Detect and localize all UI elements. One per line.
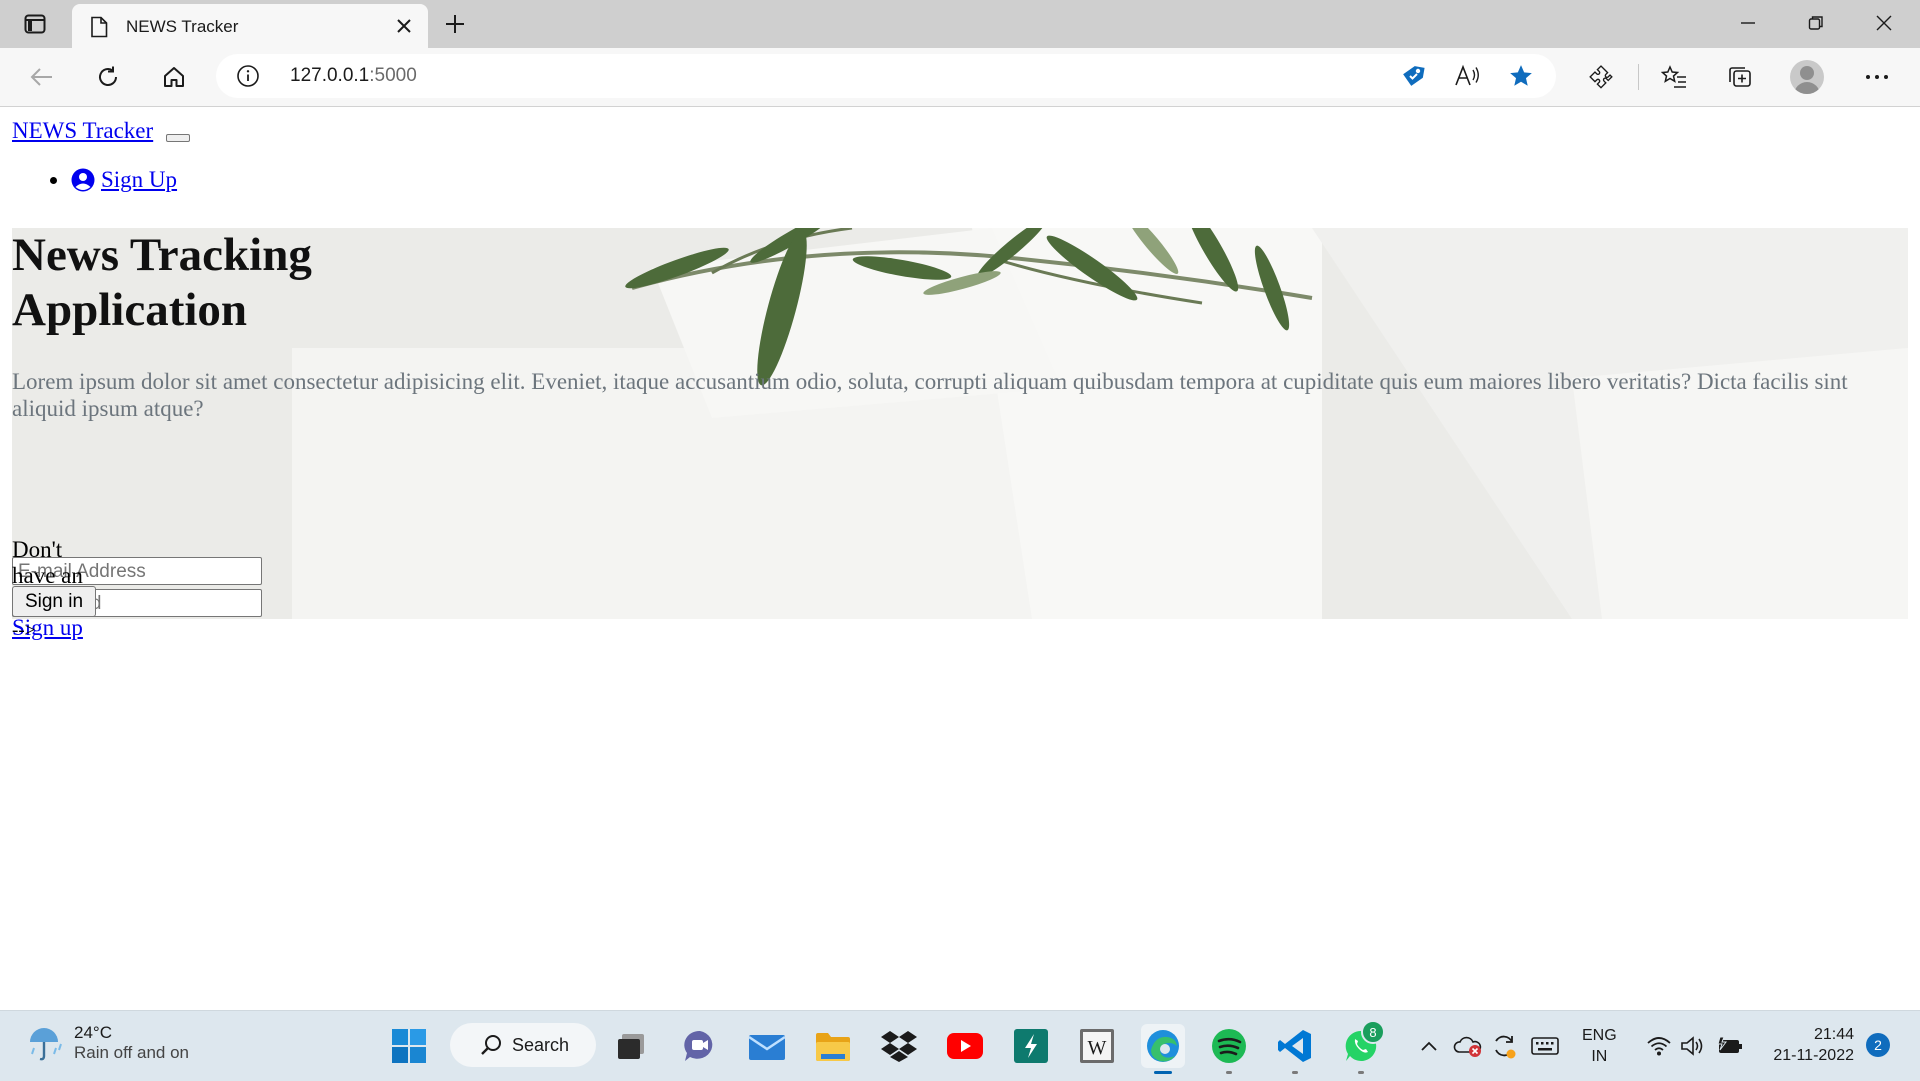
- home-icon[interactable]: [156, 60, 192, 94]
- restore-icon[interactable]: [1796, 8, 1836, 38]
- mail-icon[interactable]: [745, 1024, 789, 1068]
- weather-condition: Rain off and on: [74, 1043, 189, 1062]
- youtube-icon[interactable]: [943, 1024, 987, 1068]
- running-app-indicator: [1292, 1071, 1298, 1074]
- collections-icon[interactable]: [1722, 60, 1758, 94]
- keyboard-icon[interactable]: [1528, 1031, 1562, 1061]
- address-bar[interactable]: 127.0.0.1:5000: [216, 54, 1556, 98]
- clock-date: 21-11-2022: [1773, 1047, 1854, 1064]
- active-app-indicator: [1154, 1071, 1172, 1074]
- refresh-icon[interactable]: [90, 60, 126, 94]
- edge-browser-icon[interactable]: [1141, 1024, 1185, 1074]
- profile-avatar[interactable]: [1790, 60, 1824, 94]
- shopping-tag-icon[interactable]: [1398, 62, 1428, 90]
- sublime-app-icon[interactable]: [1009, 1024, 1053, 1068]
- spotify-icon[interactable]: [1207, 1024, 1251, 1074]
- windows-start-icon[interactable]: [387, 1024, 431, 1068]
- tab-title: NEWS Tracker: [126, 17, 239, 36]
- vscode-icon[interactable]: [1273, 1024, 1317, 1074]
- browser-tab-bar: NEWS Tracker: [0, 0, 1920, 48]
- hero-title: News Tracking Application: [12, 229, 312, 336]
- notification-badge: 8: [1361, 1020, 1385, 1044]
- sync-icon[interactable]: [1488, 1031, 1520, 1061]
- url-host: 127.0.0.1: [290, 65, 370, 86]
- list-bullet: [50, 176, 57, 184]
- new-tab-icon[interactable]: [440, 10, 470, 38]
- onedrive-error-icon[interactable]: [1452, 1031, 1484, 1061]
- language-code: ENG: [1582, 1027, 1617, 1044]
- url-port: :5000: [369, 65, 417, 86]
- nav-list: Sign Up: [50, 167, 177, 193]
- minimize-icon[interactable]: [1728, 8, 1768, 38]
- clock-time: 21:44: [1813, 1026, 1854, 1043]
- favorite-star-icon[interactable]: [1506, 62, 1536, 90]
- read-aloud-icon[interactable]: [1452, 62, 1482, 90]
- url-text[interactable]: 127.0.0.1:5000: [290, 65, 417, 87]
- extensions-icon[interactable]: [1583, 60, 1619, 94]
- chevron-up-icon[interactable]: [1416, 1031, 1442, 1061]
- wifi-icon[interactable]: [1644, 1031, 1674, 1061]
- region-code: IN: [1591, 1048, 1608, 1065]
- battery-charging-icon[interactable]: [1714, 1031, 1746, 1061]
- taskbar-search[interactable]: Search: [450, 1023, 596, 1067]
- favorites-list-icon[interactable]: [1656, 60, 1692, 94]
- svg-text:W: W: [1088, 1037, 1107, 1059]
- hero-description: Lorem ipsum dolor sit amet consectetur a…: [12, 369, 1848, 421]
- running-app-indicator: [1226, 1071, 1232, 1074]
- search-icon: [481, 1035, 501, 1055]
- running-app-indicator: [1358, 1071, 1364, 1074]
- user-circle-icon: [71, 168, 95, 192]
- weather-temperature: 24°C: [74, 1023, 112, 1042]
- volume-icon[interactable]: [1678, 1031, 1708, 1061]
- rain-umbrella-icon: [30, 1028, 62, 1061]
- web-page: NEWS Tracker Sign Up News Tracking Appli…: [0, 107, 1920, 1010]
- system-clock[interactable]: 21:44 21-11-2022: [1764, 1024, 1854, 1066]
- task-view-icon[interactable]: [609, 1024, 653, 1068]
- more-options-icon[interactable]: [1859, 60, 1895, 94]
- site-info-icon[interactable]: [236, 64, 260, 93]
- search-label: Search: [512, 1034, 570, 1055]
- whatsapp-icon[interactable]: 8: [1339, 1020, 1385, 1074]
- input-language-indicator[interactable]: ENG IN: [1582, 1025, 1617, 1067]
- close-window-icon[interactable]: [1864, 8, 1904, 38]
- navbar-toggler-button[interactable]: [166, 134, 190, 142]
- stray-comment-text: -->: [12, 620, 36, 641]
- dropbox-icon[interactable]: [877, 1024, 921, 1068]
- windows-taskbar: 24°C Rain off and on Search W 8 ENG IN 2…: [0, 1010, 1920, 1081]
- page-icon: [90, 16, 108, 43]
- brand-link[interactable]: NEWS Tracker: [12, 118, 153, 144]
- tab-actions-icon[interactable]: [16, 10, 54, 38]
- file-explorer-icon[interactable]: [811, 1024, 855, 1068]
- teams-chat-icon[interactable]: [678, 1024, 722, 1068]
- toolbar-divider: [1638, 64, 1639, 90]
- back-arrow-icon[interactable]: [24, 60, 60, 94]
- signin-button[interactable]: Sign in: [12, 586, 96, 617]
- weather-widget[interactable]: 24°C Rain off and on: [26, 1023, 189, 1063]
- close-tab-icon[interactable]: [392, 14, 416, 38]
- hero-section: News Tracking Application Lorem ipsum do…: [12, 228, 1908, 619]
- nav-signup-link[interactable]: Sign Up: [71, 167, 177, 193]
- nav-signup-label: Sign Up: [101, 167, 178, 192]
- browser-toolbar: 127.0.0.1:5000: [0, 48, 1920, 107]
- notification-center-badge[interactable]: 2: [1866, 1033, 1890, 1057]
- tab-news-tracker[interactable]: NEWS Tracker: [72, 4, 428, 48]
- wikipedia-icon[interactable]: W: [1075, 1024, 1119, 1068]
